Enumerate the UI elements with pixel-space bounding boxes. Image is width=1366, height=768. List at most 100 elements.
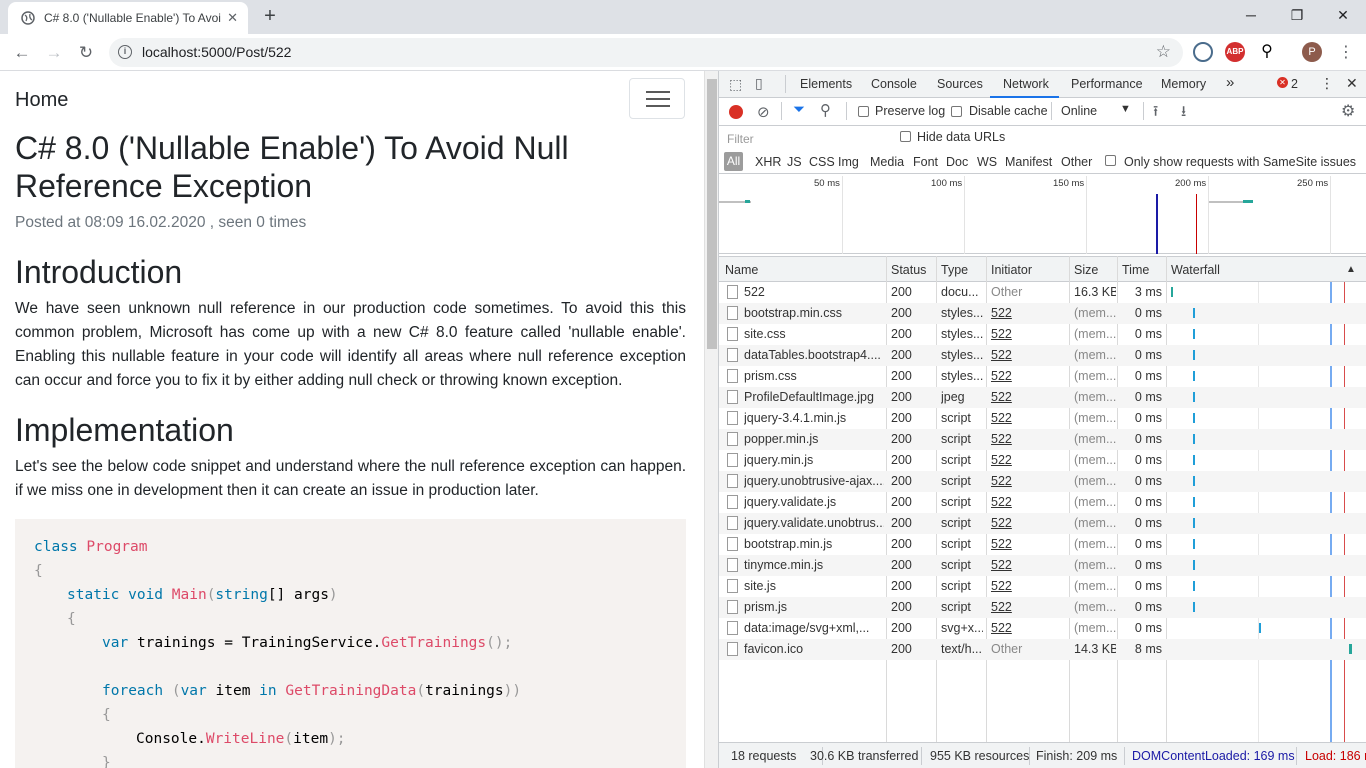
type-filter-js[interactable]: JS — [787, 155, 802, 169]
table-row[interactable]: site.js 200 script 522 (mem... 0 ms — [719, 576, 1366, 597]
table-row[interactable]: prism.css 200 styles... 522 (mem... 0 ms — [719, 366, 1366, 387]
search-icon[interactable]: ⚲ — [820, 101, 831, 119]
col-status[interactable]: Status — [891, 263, 926, 277]
cell-name[interactable]: dataTables.bootstrap4.... — [744, 348, 884, 362]
table-row[interactable]: popper.min.js 200 script 522 (mem... 0 ms — [719, 429, 1366, 450]
table-row[interactable]: bootstrap.min.js 200 script 522 (mem... 0 ms — [719, 534, 1366, 555]
col-initiator[interactable]: Initiator — [991, 263, 1032, 277]
clear-icon[interactable]: ⊘ — [757, 103, 770, 121]
cell-name[interactable]: favicon.ico — [744, 642, 884, 656]
chevron-down-icon[interactable]: ▼ — [1120, 103, 1131, 115]
sort-up-icon[interactable]: ▲ — [1346, 264, 1356, 275]
inspect-element-icon[interactable]: ⬚ — [729, 76, 742, 93]
table-row[interactable]: jquery.min.js 200 script 522 (mem... 0 ms — [719, 450, 1366, 471]
tab-sources[interactable]: Sources — [937, 77, 983, 91]
cell-name[interactable]: popper.min.js — [744, 432, 884, 446]
cell-name[interactable]: jquery.unobtrusive-ajax.... — [744, 474, 884, 488]
export-har-icon[interactable]: ⭳ — [1181, 101, 1186, 126]
profile-avatar[interactable]: P — [1302, 42, 1322, 62]
cell-name[interactable]: jquery.min.js — [744, 453, 884, 467]
cell-name[interactable]: data:image/svg+xml,... — [744, 621, 884, 635]
cell-name[interactable]: jquery-3.4.1.min.js — [744, 411, 884, 425]
table-row[interactable]: jquery-3.4.1.min.js 200 script 522 (mem... 0 … — [719, 408, 1366, 429]
tab-elements[interactable]: Elements — [800, 77, 852, 91]
forward-button[interactable]: → — [41, 40, 67, 66]
reload-button[interactable]: ↻ — [73, 40, 99, 66]
cell-name[interactable]: ProfileDefaultImage.jpg — [744, 390, 884, 404]
cell-initiator[interactable]: 522 — [991, 390, 1066, 404]
close-tab-icon[interactable]: ✕ — [227, 10, 238, 26]
table-row[interactable]: 522 200 docu... Other 16.3 KB 3 ms — [719, 282, 1366, 303]
type-filter-css[interactable]: CSS — [809, 155, 835, 169]
minimize-button[interactable]: ─ — [1228, 0, 1274, 30]
more-tabs-icon[interactable]: » — [1226, 74, 1234, 91]
cell-initiator[interactable]: 522 — [991, 432, 1066, 446]
cell-initiator[interactable]: 522 — [991, 558, 1066, 572]
cell-initiator[interactable]: 522 — [991, 369, 1066, 383]
table-row[interactable]: prism.js 200 script 522 (mem... 0 ms — [719, 597, 1366, 618]
table-row[interactable]: dataTables.bootstrap4.... 200 styles... 522… — [719, 345, 1366, 366]
cell-initiator[interactable]: 522 — [991, 537, 1066, 551]
close-devtools-icon[interactable]: ✕ — [1346, 75, 1358, 92]
table-row[interactable]: site.css 200 styles... 522 (mem... 0 ms — [719, 324, 1366, 345]
cell-initiator[interactable]: 522 — [991, 516, 1066, 530]
settings-gear-icon[interactable]: ⚙ — [1341, 101, 1355, 121]
nav-home-link[interactable]: Home — [15, 89, 68, 112]
type-filter-xhr[interactable]: XHR — [755, 155, 781, 169]
preserve-log-checkbox[interactable] — [858, 106, 869, 117]
cell-initiator[interactable]: 522 — [991, 453, 1066, 467]
extension-icon[interactable] — [1193, 42, 1213, 62]
throttle-select[interactable]: Online — [1061, 104, 1097, 118]
table-row[interactable]: jquery.unobtrusive-ajax.... 200 script 522 (… — [719, 471, 1366, 492]
cell-initiator[interactable]: 522 — [991, 327, 1066, 341]
cell-initiator[interactable]: 522 — [991, 600, 1066, 614]
record-icon[interactable] — [729, 105, 743, 119]
close-window-button[interactable]: ✕ — [1320, 0, 1366, 30]
cell-name[interactable]: prism.js — [744, 600, 884, 614]
cell-name[interactable]: bootstrap.min.js — [744, 537, 884, 551]
filter-funnel-icon[interactable]: ⏷ — [793, 101, 805, 118]
type-filter-font[interactable]: Font — [913, 155, 938, 169]
type-filter-ws[interactable]: WS — [977, 155, 997, 169]
device-toolbar-icon[interactable]: ▯ — [755, 75, 763, 92]
cell-name[interactable]: site.css — [744, 327, 884, 341]
hide-data-urls-checkbox[interactable] — [900, 131, 911, 142]
search-extension-icon[interactable]: ⚲ — [1257, 42, 1277, 62]
cell-name[interactable]: jquery.validate.js — [744, 495, 884, 509]
type-filter-other[interactable]: Other — [1061, 155, 1092, 169]
import-har-icon[interactable]: ⭱ — [1153, 101, 1158, 126]
cell-name[interactable]: 522 — [744, 285, 884, 299]
tab-console[interactable]: Console — [871, 77, 917, 91]
tab-performance[interactable]: Performance — [1071, 77, 1143, 91]
cell-initiator[interactable]: 522 — [991, 306, 1066, 320]
table-row[interactable]: favicon.ico 200 text/h... Other 14.3 KB 8 ms — [719, 639, 1366, 660]
address-bar[interactable]: i localhost:5000/Post/522 ☆ — [109, 38, 1183, 67]
type-filter-img[interactable]: Img — [838, 155, 859, 169]
table-row[interactable]: ProfileDefaultImage.jpg 200 jpeg 522 (mem...… — [719, 387, 1366, 408]
new-tab-button[interactable]: + — [258, 4, 282, 28]
cell-initiator[interactable]: 522 — [991, 579, 1066, 593]
type-filter-doc[interactable]: Doc — [946, 155, 968, 169]
cell-initiator[interactable]: 522 — [991, 348, 1066, 362]
table-row[interactable]: tinymce.min.js 200 script 522 (mem... 0 ms — [719, 555, 1366, 576]
cell-initiator[interactable]: 522 — [991, 474, 1066, 488]
table-row[interactable]: jquery.validate.unobtrus... 200 script 522 (… — [719, 513, 1366, 534]
tab-memory[interactable]: Memory — [1161, 77, 1206, 91]
col-time[interactable]: Time — [1122, 263, 1149, 277]
table-row[interactable]: data:image/svg+xml,... 200 svg+x... 522 (mem… — [719, 618, 1366, 639]
cell-name[interactable]: site.js — [744, 579, 884, 593]
menu-kebab-icon[interactable]: ⋮ — [1333, 40, 1359, 66]
page-scrollbar[interactable] — [704, 71, 718, 768]
type-filter-manifest[interactable]: Manifest — [1005, 155, 1052, 169]
cell-initiator[interactable]: Other — [991, 285, 1066, 299]
cell-initiator[interactable]: 522 — [991, 411, 1066, 425]
restore-button[interactable]: ❐ — [1274, 0, 1320, 30]
table-row[interactable]: jquery.validate.js 200 script 522 (mem... 0 m… — [719, 492, 1366, 513]
navbar-toggle-button[interactable] — [629, 78, 685, 119]
info-icon[interactable]: i — [118, 45, 132, 59]
col-size[interactable]: Size — [1074, 263, 1098, 277]
col-type[interactable]: Type — [941, 263, 968, 277]
back-button[interactable]: ← — [9, 40, 35, 66]
cell-name[interactable]: bootstrap.min.css — [744, 306, 884, 320]
browser-tab[interactable]: C# 8.0 ('Nullable Enable') To Avoi ✕ — [8, 2, 248, 34]
